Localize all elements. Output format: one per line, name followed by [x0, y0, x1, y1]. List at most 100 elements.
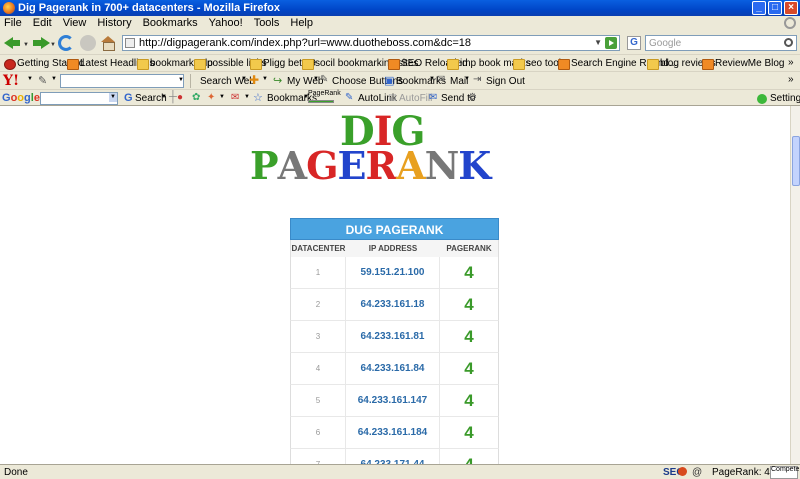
table-row: 6 64.233.161.184 4 — [290, 417, 499, 449]
yahoo-menu-dropdown-icon[interactable]: ▼ — [27, 76, 33, 82]
google-toolbar: Google ▼ G Search ▼ ┼ ● ✿ ✦ ▼ ✉ ▼ ☆ Book… — [0, 89, 800, 106]
url-bar[interactable]: http://digpagerank.com/index.php?url=www… — [122, 35, 620, 51]
menu-view[interactable]: View — [63, 16, 87, 31]
bookmarks-overflow-chevron-icon[interactable]: » — [788, 57, 794, 68]
ip-address-link[interactable]: 64.233.161.147 — [346, 385, 440, 416]
back-arrow-icon[interactable] — [4, 34, 22, 52]
close-button[interactable]: × — [784, 1, 798, 15]
datacenter-number: 1 — [291, 257, 346, 288]
pencil-dropdown-icon[interactable]: ▼ — [51, 76, 57, 82]
news-icon[interactable]: ✿ — [192, 92, 200, 103]
yahoo-toolbar-overflow-chevron-icon[interactable]: » — [788, 74, 794, 85]
status-text: Done — [4, 467, 28, 478]
my-web-dropdown-icon[interactable]: ▼ — [313, 76, 319, 82]
pagerank-indicator[interactable]: PageRank — [308, 90, 341, 106]
datacenter-number: 6 — [291, 417, 346, 448]
search-icon[interactable] — [784, 38, 793, 47]
settings-status-icon — [757, 94, 767, 104]
at-sign-icon[interactable]: @ — [692, 466, 702, 479]
pagerank-logo-line[interactable]: PAGERANK — [250, 146, 491, 186]
google-tools-wrench-icon[interactable]: ⚙ — [468, 92, 477, 103]
google-g-icon: G — [124, 92, 133, 104]
settings-button[interactable]: Settings — [770, 92, 800, 105]
window-title: Dig Pagerank in 700+ datacenters - Mozil… — [18, 2, 280, 14]
menu-edit[interactable]: Edit — [33, 16, 52, 31]
mail-dropdown-icon[interactable]: ▼ — [464, 76, 470, 82]
pencil-icon[interactable]: ✎ — [38, 74, 47, 87]
feature-dropdown-icon[interactable]: ▼ — [262, 76, 268, 82]
pagerank-value: 4 — [464, 263, 474, 282]
translate-dropdown-icon[interactable]: ▼ — [219, 94, 225, 100]
maximize-button[interactable]: □ — [768, 1, 782, 15]
mail-envelope-icon: ✉ — [437, 74, 446, 85]
menu-yahoo[interactable]: Yahoo! — [209, 16, 243, 31]
url-history-dropdown-icon[interactable]: ▼ — [594, 38, 602, 47]
forward-arrow-icon[interactable] — [32, 34, 50, 52]
page-viewport: DIG PAGERANK DUG PAGERANK DATACENTER IP … — [0, 106, 790, 464]
sign-out-button[interactable]: Sign Out — [486, 75, 525, 88]
yahoo-logo[interactable]: Y! — [3, 73, 19, 89]
home-icon[interactable] — [101, 36, 115, 51]
compete-badge[interactable]: Compete — [770, 466, 799, 479]
sign-out-icon: ⇥ — [473, 74, 482, 85]
google-toolbar-search-input[interactable] — [40, 92, 118, 105]
menu-tools[interactable]: Tools — [254, 16, 280, 31]
table-row: 7 64.233.171.44 4 — [290, 449, 499, 464]
seo-status-icon[interactable] — [678, 467, 687, 476]
minimize-button[interactable]: _ — [752, 1, 766, 15]
column-header-ip-address: IP ADDRESS — [368, 244, 418, 253]
popup-blocker-icon[interactable]: ● — [177, 92, 183, 103]
ip-address-link[interactable]: 64.233.161.18 — [346, 289, 440, 320]
menu-bar: File Edit View History Bookmarks Yahoo! … — [0, 16, 800, 31]
datacenter-number: 7 — [291, 449, 346, 464]
autofill-button[interactable]: AutoFill — [399, 92, 432, 105]
table-row: 4 64.233.161.84 4 — [290, 353, 499, 385]
scrollbar-thumb[interactable] — [792, 136, 800, 186]
yahoo-feature-icon[interactable]: ✚ — [249, 73, 259, 87]
menu-help[interactable]: Help — [290, 16, 313, 31]
yahoo-search-dropdown-icon[interactable]: ▼ — [178, 77, 184, 83]
gmail-icon[interactable]: ✉ — [231, 92, 239, 103]
search-web-dropdown-icon[interactable]: ▼ — [241, 76, 247, 82]
ip-address-link[interactable]: 64.233.161.84 — [346, 353, 440, 384]
gmail-dropdown-icon[interactable]: ▼ — [244, 94, 250, 100]
pagerank-value: 4 — [464, 359, 474, 378]
stop-icon[interactable] — [80, 35, 96, 51]
translate-icon[interactable]: ✦ — [207, 92, 215, 103]
forward-history-dropdown-icon[interactable]: ▼ — [50, 42, 56, 48]
yahoo-search-input[interactable] — [60, 74, 184, 88]
go-arrow-icon[interactable] — [605, 37, 617, 49]
table-row: 1 59.151.21.100 4 — [290, 257, 499, 289]
send-to-icon: ✉ — [429, 92, 438, 103]
pagerank-bar — [308, 100, 334, 103]
ip-address-link[interactable]: 64.233.171.44 — [346, 449, 440, 464]
table-row: 2 64.233.161.18 4 — [290, 289, 499, 321]
back-history-dropdown-icon[interactable]: ▼ — [23, 42, 29, 48]
yahoo-bookmarks-dropdown-icon[interactable]: ▼ — [429, 76, 435, 82]
ip-address-link[interactable]: 64.233.161.81 — [346, 321, 440, 352]
firefox-icon — [3, 2, 15, 14]
pagerank-value: 4 — [464, 327, 474, 346]
bookmark-reviewme-blog[interactable]: ReviewMe Blog — [702, 57, 784, 70]
search-placeholder: Google — [649, 38, 682, 49]
ip-address-link[interactable]: 59.151.21.100 — [346, 257, 440, 288]
google-search-dropdown-icon[interactable]: ▼ — [109, 93, 117, 102]
star-icon: ☆ — [253, 92, 263, 104]
vertical-scrollbar[interactable] — [790, 106, 800, 464]
datacenter-number: 3 — [291, 321, 346, 352]
reload-icon[interactable] — [58, 35, 74, 51]
table-header-row: DATACENTER IP ADDRESS PAGERANK — [290, 240, 499, 257]
column-header-pagerank: PAGERANK — [446, 244, 492, 253]
menu-file[interactable]: File — [4, 16, 22, 31]
search-bar[interactable]: Google — [645, 35, 797, 51]
status-bar: Done SEO @ PageRank: 4/10 Compete — [0, 464, 800, 479]
google-search-options-dropdown-icon[interactable]: ▼ — [161, 94, 167, 100]
menu-bookmarks[interactable]: Bookmarks — [143, 16, 198, 31]
datacenter-number: 2 — [291, 289, 346, 320]
ip-address-link[interactable]: 64.233.161.184 — [346, 417, 440, 448]
google-logo[interactable]: Google — [2, 91, 40, 105]
url-text[interactable]: http://digpagerank.com/index.php?url=www… — [139, 37, 471, 50]
menu-history[interactable]: History — [97, 16, 131, 31]
google-search-engine-icon[interactable]: G — [627, 36, 641, 50]
plus-icon[interactable]: ┼ — [169, 91, 177, 103]
